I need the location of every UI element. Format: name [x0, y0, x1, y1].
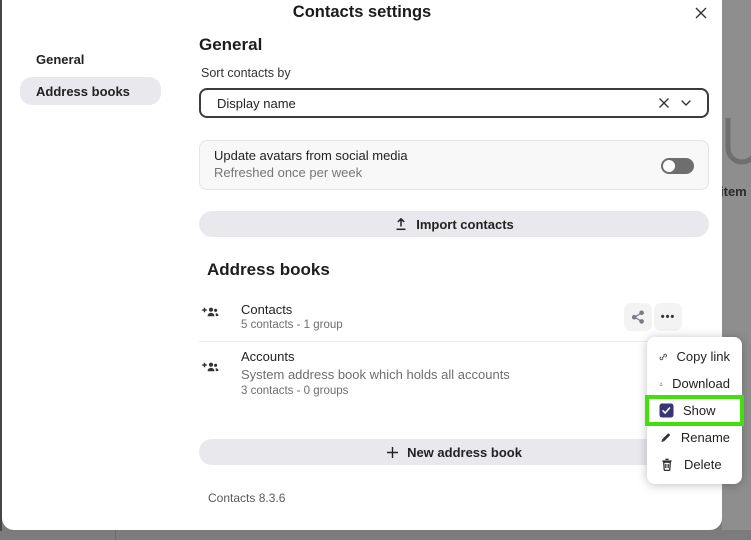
menu-item-label: Delete	[684, 457, 722, 472]
address-book-meta: 5 contacts - 1 group	[241, 319, 343, 331]
import-contacts-button[interactable]: Import contacts	[199, 211, 709, 237]
avatar-update-title: Update avatars from social media	[214, 148, 694, 163]
address-book-name: Contacts	[241, 302, 292, 317]
avatar-update-toggle[interactable]	[661, 158, 694, 174]
import-button-label: Import contacts	[416, 217, 514, 232]
share-address-book-button[interactable]	[624, 303, 652, 331]
sidebar-item-label: Address books	[36, 84, 130, 99]
address-book-context-menu: Copy link Download Show Rename	[647, 337, 742, 484]
menu-item-download[interactable]: Download	[647, 370, 742, 397]
address-books-heading: Address books	[207, 260, 330, 280]
clear-icon	[658, 97, 670, 109]
account-multiple-plus-icon	[201, 359, 220, 375]
toggle-knob	[663, 160, 675, 172]
menu-item-rename[interactable]: Rename	[647, 424, 742, 451]
dimmed-background-bottom	[0, 530, 751, 540]
row-divider	[199, 341, 709, 342]
upload-icon	[394, 217, 408, 231]
trash-icon	[659, 457, 675, 473]
sort-contacts-label: Sort contacts by	[201, 66, 291, 80]
checkbox-checked-icon	[659, 403, 674, 418]
share-icon	[630, 309, 646, 325]
chevron-down-icon	[679, 96, 693, 110]
new-address-book-label: New address book	[407, 445, 522, 460]
avatar-update-subtitle: Refreshed once per week	[214, 165, 694, 180]
sort-contacts-select[interactable]: Display name	[199, 88, 709, 118]
address-book-row-accounts: Accounts System address book which holds…	[199, 345, 709, 400]
contacts-settings-modal: Contacts settings General Address books …	[2, 0, 722, 530]
menu-item-label: Copy link	[677, 349, 730, 364]
background-partial-text: item	[722, 184, 747, 199]
more-actions-button[interactable]: •••	[654, 303, 682, 331]
sidebar-item-general[interactable]: General	[20, 45, 161, 73]
more-icon: •••	[661, 311, 676, 323]
menu-item-label: Rename	[681, 430, 730, 445]
sidebar-item-label: General	[36, 52, 84, 67]
address-book-row-contacts: Contacts 5 contacts - 1 group •••	[199, 296, 709, 341]
sidebar-item-address-books[interactable]: Address books	[20, 77, 161, 105]
menu-item-label: Download	[672, 376, 730, 391]
select-dropdown-toggle[interactable]	[675, 92, 697, 114]
link-icon	[659, 349, 668, 365]
plus-icon	[386, 446, 399, 459]
app-version: Contacts 8.3.6	[208, 491, 285, 505]
menu-item-label: Show	[683, 403, 716, 418]
sort-select-value: Display name	[217, 96, 653, 111]
menu-item-delete[interactable]: Delete	[647, 451, 742, 478]
menu-item-copy-link[interactable]: Copy link	[647, 343, 742, 370]
new-address-book-button[interactable]: New address book	[199, 439, 709, 465]
address-book-name: Accounts	[241, 349, 294, 364]
general-heading: General	[199, 35, 262, 55]
avatar-update-card: Update avatars from social media Refresh…	[199, 140, 709, 190]
settings-content: General Sort contacts by Display name Up…	[199, 0, 709, 530]
clear-selection-button[interactable]	[653, 92, 675, 114]
background-seam-line	[115, 530, 116, 540]
address-book-meta: 3 contacts - 0 groups	[241, 385, 348, 397]
pencil-icon	[659, 430, 672, 446]
background-app-icon	[722, 112, 751, 174]
account-multiple-plus-icon	[201, 304, 220, 320]
download-icon	[659, 376, 663, 392]
address-book-description: System address book which holds all acco…	[241, 367, 510, 382]
menu-item-show[interactable]: Show	[647, 397, 742, 424]
